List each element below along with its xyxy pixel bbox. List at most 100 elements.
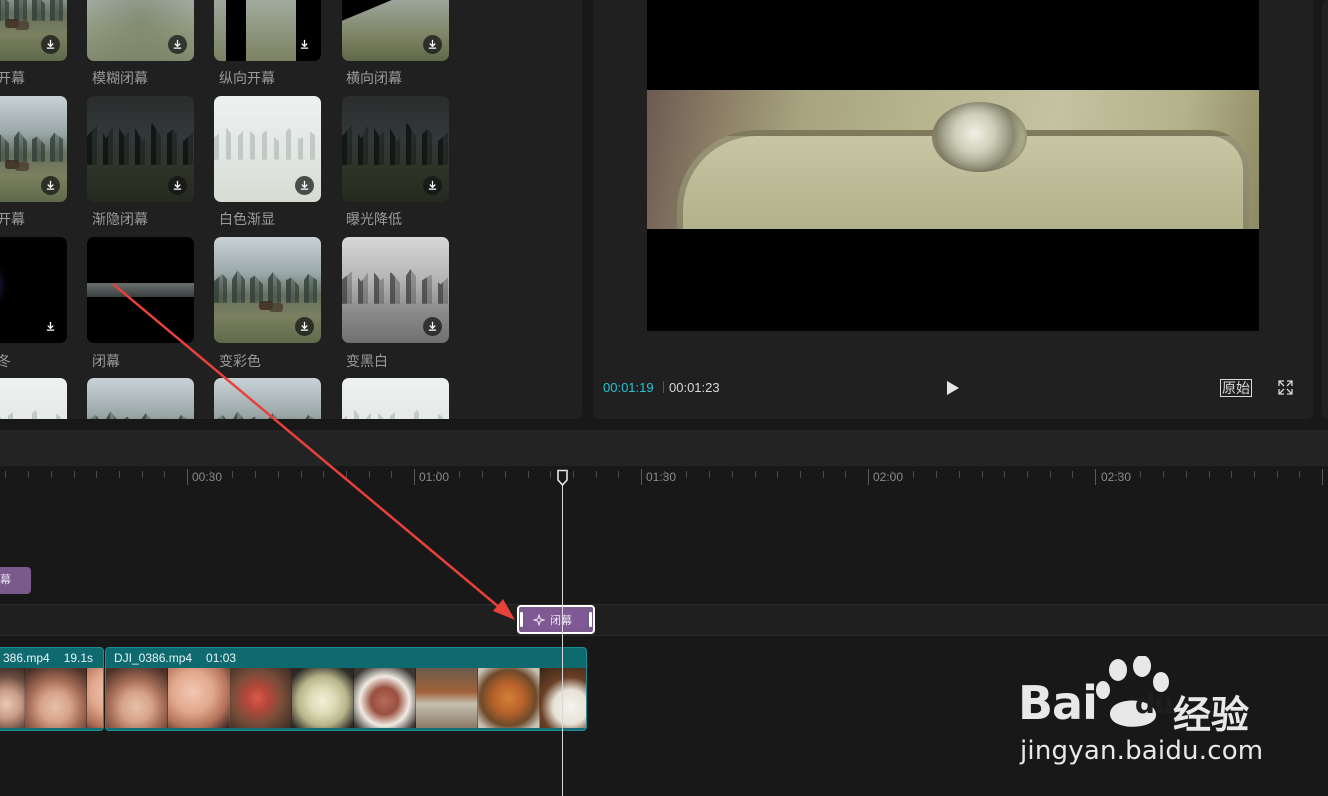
effect-tile-circle[interactable] [0,237,67,343]
effect-tile[interactable] [214,378,321,419]
ruler-tick [823,471,824,478]
ruler-tick [96,471,97,478]
effect-label: 模糊闭幕 [92,70,148,86]
ruler-tick [437,471,438,478]
transition-content: 闭幕 [526,609,586,630]
ruler-tick [505,471,506,478]
ruler-tick [1209,471,1210,478]
download-icon[interactable] [295,35,314,54]
ruler-tick [913,471,914,478]
ruler-label: 01:30 [646,470,677,484]
player-panel: 00:01:19 00:01:23 原始 [593,0,1313,419]
ruler-tick [74,471,75,478]
clip-thumbnails [0,668,103,728]
effect-tile-to-bw[interactable] [342,237,449,343]
ruler-tick [187,469,188,485]
watermark-cn-text: 经验 [1173,693,1250,737]
fullscreen-icon [1278,380,1293,395]
ruler-tick [868,469,869,485]
ruler-tick [528,471,529,478]
effect-tile-to-color[interactable] [214,237,321,343]
ruler-tick [1277,471,1278,478]
ruler-tick [346,471,347,478]
ruler-tick [755,471,756,478]
ruler-tick [959,471,960,478]
effect-label: 冬 [0,353,11,369]
timeline-ruler[interactable]: 00:30 01:00 01:30 02:00 02:30 [0,466,1328,490]
trim-handle-right[interactable] [589,612,592,627]
effect-tile-white-fade-in[interactable] [214,96,321,202]
ruler-tick [164,471,165,478]
ruler-tick [482,471,483,478]
ruler-tick [1254,471,1255,478]
play-button[interactable] [946,380,960,396]
effect-tile-open[interactable] [0,0,67,61]
download-icon[interactable] [423,176,442,195]
effect-tile[interactable] [342,378,449,419]
original-ratio-button[interactable]: 原始 [1220,379,1252,397]
ruler-tick [391,471,392,478]
ruler-label: 00:30 [192,470,223,484]
transition-block[interactable]: 幕 [0,567,31,594]
effect-label: 曝光降低 [346,211,402,227]
ruler-label: 02:00 [873,470,904,484]
download-icon[interactable] [423,35,442,54]
ruler-tick [210,471,211,478]
new-transition-block[interactable]: 闭幕 [517,605,595,634]
watermark-logo-text: Bai du [1018,676,1174,730]
ruler-tick [369,471,370,478]
effect-tile[interactable] [87,378,194,419]
effect-label: 开幕 [0,211,25,227]
ruler-tick [1163,471,1164,478]
ruler-tick [982,471,983,478]
download-icon[interactable] [168,176,187,195]
ruler-tick [1140,471,1141,478]
ruler-tick [5,471,6,478]
download-icon[interactable] [295,176,314,195]
ruler-tick [1322,469,1323,485]
ruler-tick [414,469,415,485]
effect-tile-horizontal-close[interactable] [342,0,449,61]
ruler-tick [550,471,551,478]
trim-handle-left[interactable] [520,612,523,627]
playhead-handle[interactable] [556,469,569,487]
effect-tile[interactable] [0,378,67,419]
transition-track [0,604,1328,636]
effect-label: 闭幕 [92,353,120,369]
download-icon[interactable] [168,35,187,54]
ruler-tick [28,471,29,478]
ruler-tick [1072,471,1073,478]
effect-tile-close[interactable] [87,237,194,343]
total-time: 00:01:23 [669,380,720,395]
effect-tile-vertical-open[interactable] [214,0,321,61]
ruler-label: 02:30 [1101,470,1132,484]
ruler-tick [1004,471,1005,478]
ruler-tick [232,471,233,478]
ruler-tick [301,471,302,478]
download-icon[interactable] [423,317,442,336]
clip-thumbnails [106,668,586,728]
video-clip[interactable]: DJI_0386.mp4 01:03 [105,647,587,731]
fullscreen-button[interactable] [1278,380,1293,395]
video-clip[interactable]: 386.mp4 19.1s [0,647,104,731]
download-icon[interactable] [41,35,60,54]
download-icon[interactable] [41,176,60,195]
ruler-tick [936,471,937,478]
ruler-tick [664,471,665,478]
ruler-tick [1186,471,1187,478]
clip-name: 386.mp4 [3,651,50,665]
effect-tile-blur-close[interactable] [87,0,194,61]
download-icon[interactable] [295,317,314,336]
timeline-toolbar [0,430,1328,466]
effect-label: 横向闭幕 [346,70,402,86]
effect-tile-fade-close[interactable] [87,96,194,202]
ruler-tick [800,471,801,478]
clip-name: DJI_0386.mp4 [114,651,193,665]
effect-tile-exposure-down[interactable] [342,96,449,202]
clip-duration: 01:03 [206,651,237,665]
ruler-tick [686,471,687,478]
download-icon[interactable] [41,317,60,336]
effect-tile-open-2[interactable] [0,96,67,202]
effect-label: 纵向开幕 [219,70,275,86]
transition-icon [533,613,545,626]
